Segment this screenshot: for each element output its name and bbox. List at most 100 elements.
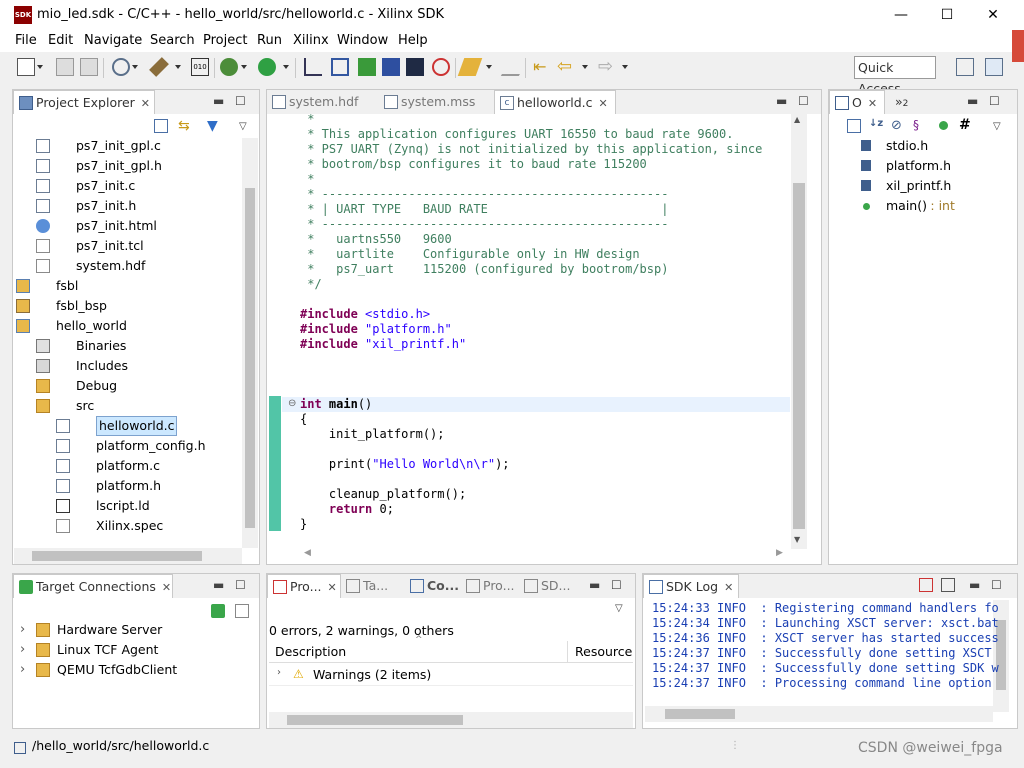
log-hscroll-thumb[interactable] [665,709,735,719]
tree-item[interactable]: ps7_init_gpl.h [0,156,240,176]
settings-dropdown-icon[interactable] [132,65,138,69]
explorer-vscroll-thumb[interactable] [245,188,255,528]
scroll-up-icon[interactable]: ▲ [794,115,800,124]
view-menu-icon[interactable]: ▽ [993,121,1001,132]
code-line[interactable]: { [300,412,307,427]
cc-perspective-icon[interactable] [985,58,1003,76]
explorer-vertical-scrollbar[interactable] [242,138,258,548]
sdk-log-tab[interactable]: SDK Log ✕ [643,574,739,598]
chevron-right-icon[interactable]: › [20,640,25,660]
code-line[interactable]: int main() [300,397,372,412]
code-line[interactable]: #include <stdio.h> [300,307,430,322]
problems-horizontal-scrollbar[interactable] [269,712,633,728]
last-edit-icon[interactable]: ⇤ [533,58,551,76]
code-line[interactable]: * --------------------------------------… [300,187,668,202]
xsct-console-icon[interactable] [406,58,424,76]
settings-icon[interactable] [112,58,130,76]
code-line[interactable]: * [300,112,314,127]
code-line[interactable]: * bootrom/bsp configures it to baud rate… [300,157,647,172]
hide-macros-icon[interactable]: # [959,117,971,133]
code-line[interactable]: */ [300,277,321,292]
close-icon[interactable]: ✕ [162,581,171,594]
resource-column-header[interactable]: Resource [575,644,632,659]
pen-dropdown-icon[interactable] [486,65,492,69]
view-menu-icon[interactable]: ▽ [615,603,623,614]
tree-item[interactable]: ›fsbl [0,276,240,296]
menu-edit[interactable]: Edit [48,33,73,48]
tree-item[interactable]: system.hdf [0,256,240,276]
tree-item[interactable]: ›platform.c [0,456,240,476]
code-line[interactable]: init_platform(); [300,427,445,442]
explorer-hscroll-thumb[interactable] [32,551,202,561]
tab-system-hdf[interactable]: system.hdf [267,90,379,114]
outline-item[interactable]: platform.h [858,156,1008,176]
open-perspective-icon[interactable] [956,58,974,76]
hide-static-icon[interactable]: § [913,118,919,132]
tab-overflow[interactable]: »2 [887,90,917,114]
tree-item[interactable]: ps7_init_gpl.c [0,136,240,156]
scroll-down-icon[interactable]: ▼ [794,535,800,544]
disconnect-target-icon[interactable] [235,604,249,618]
minimize-view-icon[interactable]: ▬ [213,578,224,592]
code-line[interactable]: * PS7 UART (Zynq) is not initialized by … [300,142,762,157]
description-column-header[interactable]: Description [275,644,346,659]
tree-item[interactable]: ⌄src [0,396,240,416]
tab-helloworld-c[interactable]: c helloworld.c ✕ [494,90,616,114]
menu-navigate[interactable]: Navigate [84,33,142,48]
warnings-row[interactable]: › ⚠ Warnings (2 items) [269,664,633,686]
new-icon[interactable] [17,58,35,76]
target-icon[interactable] [432,58,450,76]
maximize-button[interactable]: ☐ [924,0,970,30]
tree-item[interactable]: ⌄hello_world [0,316,240,336]
tab-system-mss[interactable]: system.mss [379,90,494,114]
tab-console[interactable]: Co... [405,574,459,598]
code-line[interactable]: * --------------------------------------… [300,217,668,232]
chevron-right-icon[interactable]: › [20,660,25,680]
forward-arrow-icon[interactable]: ⇨ [598,58,616,76]
menu-file[interactable]: File [15,33,37,48]
forward-dropdown-icon[interactable] [622,65,628,69]
collapse-all-icon[interactable] [154,119,168,133]
sort-icon[interactable]: ↓z [869,118,883,129]
hide-fields-icon[interactable]: ⊘ [891,118,902,133]
back-dropdown-icon[interactable] [582,65,588,69]
tab-outline[interactable]: O ✕ [829,90,885,114]
code-line[interactable]: cleanup_platform(); [300,487,466,502]
minimize-view-icon[interactable]: ▬ [776,94,787,108]
menu-help[interactable]: Help [398,33,428,48]
code-line[interactable]: #include "xil_printf.h" [300,337,466,352]
menu-run[interactable]: Run [257,33,282,48]
code-line[interactable]: * [300,172,314,187]
debug-bug-icon[interactable] [220,58,238,76]
program-fpga-icon[interactable] [358,58,376,76]
tree-item[interactable]: ps7_init.c [0,176,240,196]
tree-item[interactable]: ›platform.h [0,476,240,496]
minimize-button[interactable]: — [878,0,924,30]
editor-vscroll-thumb[interactable] [793,183,805,529]
close-icon[interactable]: ✕ [868,97,877,110]
code-line[interactable]: * uartlite Configurable only in HW desig… [300,247,639,262]
tree-item[interactable]: Xilinx.spec [0,516,240,536]
filter-icon[interactable]: ▼ [207,118,218,134]
maximize-view-icon[interactable]: ☐ [611,578,622,592]
project-explorer-tab[interactable]: Project Explorer ✕ [13,90,155,114]
run-dropdown-icon[interactable] [283,65,289,69]
fold-collapse-icon[interactable]: ⊖ [288,398,296,409]
maximize-view-icon[interactable]: ☐ [991,578,1002,592]
back-arrow-icon[interactable]: ⇦ [557,58,575,76]
clear-log-icon[interactable] [919,578,933,592]
link-editor-icon[interactable]: ⇆ [178,118,190,134]
menu-search[interactable]: Search [150,33,195,48]
maximize-view-icon[interactable]: ☐ [989,94,1000,108]
tree-item[interactable]: ps7_init.tcl [0,236,240,256]
new-target-icon[interactable] [211,604,225,618]
chevron-right-icon[interactable]: › [277,667,281,678]
close-icon[interactable]: ✕ [328,581,337,594]
run-icon[interactable] [258,58,276,76]
tree-item[interactable]: ps7_init.html [0,216,240,236]
tree-item[interactable]: ›Debug [0,376,240,396]
tab-properties[interactable]: Pro... [461,574,517,598]
close-icon[interactable]: ✕ [141,97,150,110]
build-dropdown-icon[interactable] [175,65,181,69]
tree-item[interactable]: ›Binaries [0,336,240,356]
